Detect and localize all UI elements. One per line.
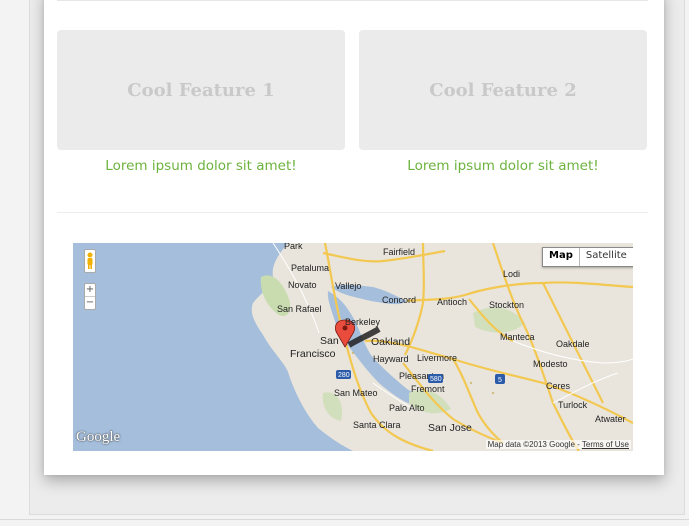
city-oakdale: Oakdale [556,339,590,349]
feature-2-title: Cool Feature 2 [429,79,577,101]
zoom-in-button[interactable]: + [85,284,95,296]
city-ceres: Ceres [546,381,571,391]
city-san: San [320,335,339,347]
city-atwater: Atwater [595,414,626,424]
city-oakland: Oakland [371,336,410,348]
map-attribution: Map data ©2013 Google - Terms of Use [485,440,631,449]
city-park: Park [284,243,303,251]
feature-1-title: Cool Feature 1 [127,79,275,101]
city-manteca: Manteca [500,332,535,342]
zoom-out-button[interactable]: − [85,297,95,309]
city-san-mateo: San Mateo [334,388,378,398]
city-lodi: Lodi [503,269,520,279]
city-francisco: Francisco [290,348,336,360]
highway-label-580: 580 [430,376,442,383]
city-stockton: Stockton [489,300,524,310]
street-view-pegman-icon[interactable] [84,249,96,273]
map-canvas: Park Fairfield Petaluma Lodi Novato Vall… [73,243,633,451]
city-modesto: Modesto [533,359,568,369]
feature-1-link[interactable]: Lorem ipsum dolor sit amet! [57,158,345,174]
city-antioch: Antioch [437,297,467,307]
city-santa-clara: Santa Clara [353,420,401,430]
highway-label-280: 280 [338,372,350,379]
city-novato: Novato [288,280,317,290]
city-hayward: Hayward [373,354,409,364]
city-san-rafael: San Rafael [277,304,322,314]
feature-1-box: Cool Feature 1 [57,30,345,150]
city-fairfield: Fairfield [383,247,415,257]
map-data-credit: Map data ©2013 Google [487,440,575,449]
city-petaluma: Petaluma [291,263,329,273]
zoom-control: + − [84,283,96,310]
feature-2-link[interactable]: Lorem ipsum dolor sit amet! [359,158,647,174]
map-embed[interactable]: Park Fairfield Petaluma Lodi Novato Vall… [73,243,633,451]
terms-of-use-link[interactable]: Terms of Use [582,440,629,449]
city-turlock: Turlock [558,400,588,410]
map-type-satellite-button[interactable]: Satellite [580,248,633,266]
highway-label-5: 5 [498,377,502,384]
city-fremont: Fremont [411,384,445,394]
bottom-divider [0,519,689,520]
section-divider [57,212,648,213]
city-berkeley: Berkeley [345,317,381,327]
city-san-jose: San Jose [428,422,472,434]
city-concord: Concord [382,295,416,305]
google-logo: Google [76,429,121,445]
top-divider [57,0,648,1]
city-vallejo: Vallejo [335,281,361,291]
city-livermore: Livermore [417,353,457,363]
city-palo-alto: Palo Alto [389,403,425,413]
map-type-control: Map Satellite [542,247,633,267]
map-type-map-button[interactable]: Map [543,248,580,266]
feature-2-box: Cool Feature 2 [359,30,647,150]
